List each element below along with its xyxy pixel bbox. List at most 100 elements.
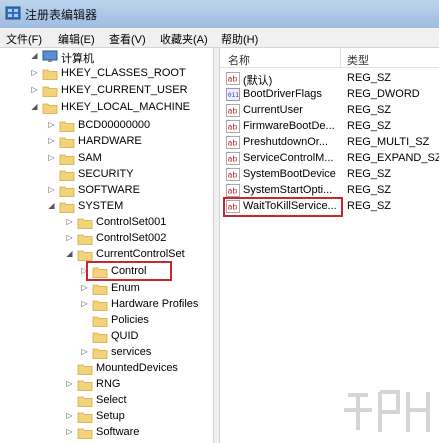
value-name: ServiceControlM... bbox=[243, 152, 334, 164]
tree-node-label: 计算机 bbox=[61, 53, 94, 65]
tree-node-label: Hardware Profiles bbox=[111, 298, 199, 310]
expand-arrow-icon[interactable]: ▷ bbox=[80, 299, 89, 309]
expand-arrow-icon[interactable]: ▷ bbox=[30, 85, 39, 95]
column-header-type[interactable]: 类型 bbox=[340, 48, 439, 68]
folder-icon bbox=[59, 186, 75, 197]
menu-help[interactable]: 帮助(H) bbox=[221, 31, 258, 47]
tree-node-label: Setup bbox=[96, 410, 125, 422]
registry-tree[interactable]: ◢ 计算机 ▷ HKEY_CLASSES_ROOT ▷ HKEY_CURRENT_USER… bbox=[0, 48, 213, 443]
pane-splitter[interactable] bbox=[213, 48, 220, 443]
folder-icon bbox=[42, 86, 58, 97]
folder-icon bbox=[59, 202, 75, 213]
string-value-icon: ab bbox=[226, 120, 240, 133]
folder-icon bbox=[92, 316, 108, 327]
value-name: (默认) bbox=[243, 75, 273, 87]
folder-icon bbox=[59, 170, 75, 181]
tree-node-label: BCD00000000 bbox=[78, 119, 151, 131]
folder-icon bbox=[92, 332, 108, 343]
string-value-icon: ab bbox=[226, 168, 240, 181]
expand-arrow-icon[interactable]: ▷ bbox=[80, 283, 89, 293]
watermark-logo bbox=[344, 390, 430, 432]
expand-arrow-icon[interactable] bbox=[47, 169, 56, 179]
value-type: REG_SZ bbox=[347, 200, 392, 212]
tree-node-label: SECURITY bbox=[78, 168, 134, 180]
tree-node-label: SYSTEM bbox=[78, 200, 124, 212]
collapse-arrow-icon[interactable]: ◢ bbox=[65, 249, 74, 259]
value-type: REG_DWORD bbox=[347, 88, 420, 100]
svg-text:ab: ab bbox=[228, 187, 238, 196]
expand-arrow-icon[interactable] bbox=[80, 331, 89, 341]
string-value-icon: ab bbox=[226, 72, 240, 85]
tree-node-label: SOFTWARE bbox=[78, 184, 140, 196]
selected-key-highlight bbox=[86, 261, 172, 281]
tree-node-label: SAM bbox=[78, 152, 102, 164]
svg-text:ab: ab bbox=[228, 171, 238, 180]
value-row[interactable]: 011 BootDriverFlags REG_DWORD bbox=[220, 87, 439, 103]
value-type: REG_SZ bbox=[347, 184, 392, 196]
value-name: SystemStartOpti... bbox=[243, 184, 333, 196]
value-row[interactable]: ab FirmwareBootDe... REG_SZ bbox=[220, 119, 439, 135]
tree-node-label: QUID bbox=[111, 330, 139, 342]
tree-node-label: ControlSet001 bbox=[96, 216, 167, 228]
expand-arrow-icon[interactable]: ▷ bbox=[65, 427, 74, 437]
svg-text:011: 011 bbox=[228, 92, 239, 99]
folder-icon bbox=[77, 396, 93, 407]
collapse-arrow-icon[interactable]: ◢ bbox=[47, 201, 56, 211]
value-name: BootDriverFlags bbox=[243, 88, 322, 100]
tree-node-label: MountedDevices bbox=[96, 362, 178, 374]
value-name: PreshutdownOr... bbox=[243, 136, 328, 148]
computer-icon bbox=[42, 50, 58, 62]
string-value-icon: ab bbox=[226, 152, 240, 165]
folder-icon bbox=[59, 154, 75, 165]
value-row[interactable]: ab CurrentUser REG_SZ bbox=[220, 103, 439, 119]
tree-node-label: CurrentControlSet bbox=[96, 248, 185, 260]
tree-node-label: ControlSet002 bbox=[96, 232, 167, 244]
value-row[interactable]: ab SystemBootDevice REG_SZ bbox=[220, 167, 439, 183]
expand-arrow-icon[interactable]: ▷ bbox=[47, 120, 56, 130]
expand-arrow-icon[interactable]: ▷ bbox=[47, 153, 56, 163]
folder-icon bbox=[77, 218, 93, 229]
value-name: FirmwareBootDe... bbox=[243, 120, 335, 132]
value-row[interactable]: ab (默认) REG_SZ bbox=[220, 71, 439, 87]
folder-icon bbox=[42, 103, 58, 114]
value-type: REG_SZ bbox=[347, 168, 392, 180]
column-header-name[interactable]: 名称 bbox=[220, 48, 340, 68]
expand-arrow-icon[interactable]: ▷ bbox=[30, 68, 39, 78]
column-name-label: 名称 bbox=[228, 55, 250, 67]
folder-icon bbox=[42, 69, 58, 80]
folder-icon bbox=[92, 348, 108, 359]
string-value-icon: ab bbox=[226, 104, 240, 117]
expand-arrow-icon[interactable]: ▷ bbox=[47, 136, 56, 146]
expand-arrow-icon[interactable]: ▷ bbox=[47, 185, 56, 195]
folder-icon bbox=[92, 284, 108, 295]
tree-node-label: HARDWARE bbox=[78, 135, 142, 147]
folder-icon bbox=[77, 380, 93, 391]
menu-favorites[interactable]: 收藏夹(A) bbox=[160, 31, 208, 47]
expand-arrow-icon[interactable]: ▷ bbox=[80, 347, 89, 357]
menu-view[interactable]: 查看(V) bbox=[109, 31, 146, 47]
expand-arrow-icon[interactable] bbox=[65, 395, 74, 405]
value-name: CurrentUser bbox=[243, 104, 303, 116]
folder-icon bbox=[92, 300, 108, 311]
expand-arrow-icon[interactable]: ▷ bbox=[65, 411, 74, 421]
tree-node-label: Enum bbox=[111, 282, 140, 294]
title-bar: 注册表编辑器 bbox=[0, 0, 439, 29]
menu-edit[interactable]: 编辑(E) bbox=[58, 31, 95, 47]
tree-node-label: Software bbox=[96, 426, 140, 438]
tree-node-label: services bbox=[111, 346, 152, 358]
folder-icon bbox=[77, 428, 93, 439]
value-type: REG_SZ bbox=[347, 72, 392, 84]
svg-text:ab: ab bbox=[228, 155, 238, 164]
expand-arrow-icon[interactable]: ▷ bbox=[65, 217, 74, 227]
collapse-arrow-icon[interactable]: ◢ bbox=[30, 51, 39, 61]
folder-icon bbox=[59, 121, 75, 132]
value-row[interactable]: ab ServiceControlM... REG_EXPAND_SZ bbox=[220, 151, 439, 167]
folder-icon bbox=[77, 364, 93, 375]
collapse-arrow-icon[interactable]: ◢ bbox=[30, 102, 39, 112]
value-row[interactable]: ab PreshutdownOr... REG_MULTI_SZ bbox=[220, 135, 439, 151]
expand-arrow-icon[interactable]: ▷ bbox=[65, 379, 74, 389]
expand-arrow-icon[interactable] bbox=[65, 363, 74, 373]
expand-arrow-icon[interactable] bbox=[80, 315, 89, 325]
menu-file[interactable]: 文件(F) bbox=[6, 31, 42, 47]
expand-arrow-icon[interactable]: ▷ bbox=[65, 233, 74, 243]
